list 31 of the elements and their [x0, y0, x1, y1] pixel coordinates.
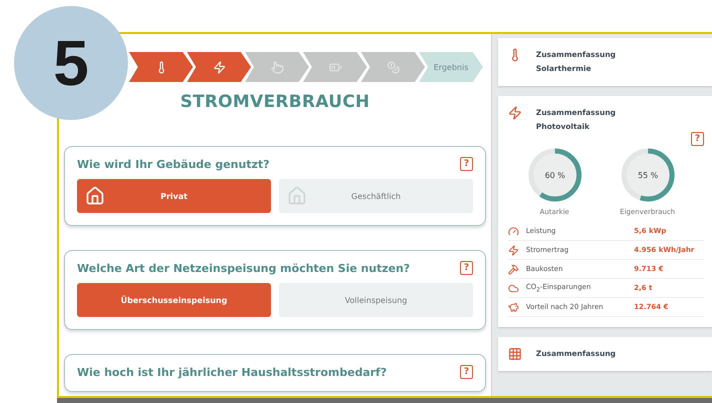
question-title: Welche Art der Netzeinspeisung möchten Sie nutzen? — [77, 262, 410, 274]
option-button[interactable]: Überschusseinspeisung — [77, 283, 271, 317]
step-number-badge: 5 — [14, 6, 128, 120]
help-button[interactable]: ? — [460, 365, 473, 379]
house-icon — [287, 186, 307, 206]
question-title: Wie hoch ist Ihr jährlicher Haushaltsstrombedarf? — [77, 366, 387, 378]
option-button[interactable]: Geschäftlich — [279, 179, 473, 213]
grid-icon — [508, 347, 522, 361]
help-button[interactable]: ? — [691, 132, 704, 146]
progress-step[interactable] — [129, 52, 193, 82]
progress-step[interactable] — [187, 52, 251, 82]
lightning-icon — [508, 106, 522, 120]
pointer-icon — [270, 60, 284, 74]
battery-icon — [328, 60, 342, 74]
house-icon — [85, 186, 105, 206]
page-title: STROMVERBRAUCH — [180, 92, 370, 112]
progress-step[interactable]: Ergebnis — [419, 52, 483, 82]
help-button[interactable]: ? — [460, 157, 473, 171]
help-button[interactable]: ? — [460, 261, 473, 275]
gauge-value: 55 % — [637, 171, 658, 180]
cloud-icon — [508, 282, 519, 294]
coins-icon — [386, 60, 400, 74]
lightning-icon — [508, 244, 519, 256]
option-button[interactable]: Privat — [77, 179, 271, 213]
gauge-value: 60 % — [544, 171, 565, 180]
option-button[interactable]: Volleinspeisung — [279, 283, 473, 317]
lightning-icon — [212, 60, 226, 74]
hammer-icon — [508, 264, 519, 274]
question-title: Wie wird Ihr Gebäude genutzt? — [77, 158, 270, 170]
progress-step[interactable] — [245, 52, 309, 82]
gauge-icon — [508, 226, 519, 236]
